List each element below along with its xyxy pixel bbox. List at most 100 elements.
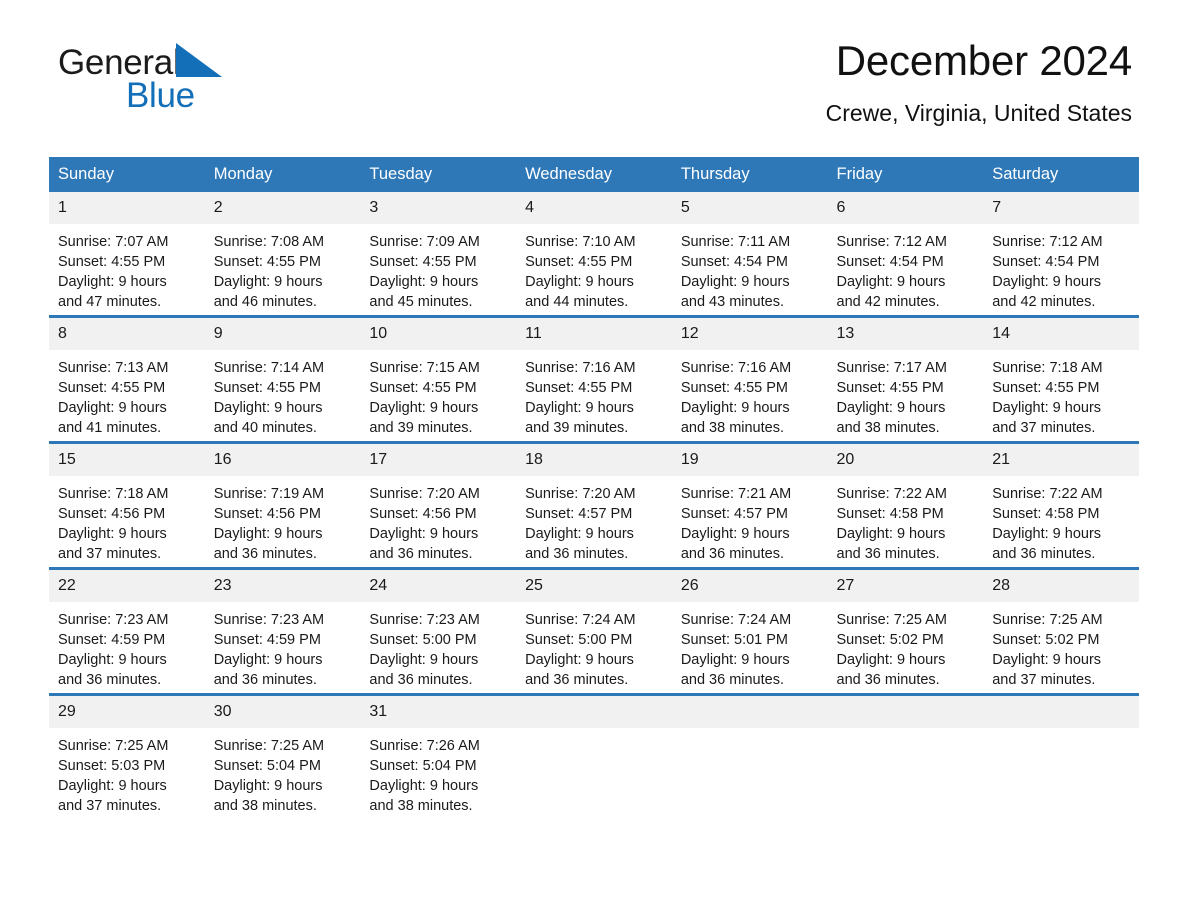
day-details: Sunrise: 7:21 AM Sunset: 4:57 PM Daylight:…: [672, 476, 828, 564]
weekday-header-sunday: Sunday: [49, 157, 205, 192]
calendar-day-cell[interactable]: 20 Sunrise: 7:22 AM Sunset: 4:58 PM Dayligh…: [827, 441, 984, 569]
sunset-text: Sunset: 4:55 PM: [58, 254, 166, 270]
calendar-day-cell[interactable]: 18 Sunrise: 7:20 AM Sunset: 4:57 PM Dayligh…: [516, 441, 672, 569]
sunrise-text: Sunrise: 7:14 AM: [213, 360, 325, 376]
day-number: 25: [516, 570, 672, 602]
page-header: General Blue December 2024 Crewe, Virgin…: [49, 0, 1139, 126]
day-number: 10: [360, 318, 517, 350]
daylight-text-line1: Daylight: 9 hours: [525, 400, 634, 416]
calendar-day-cell[interactable]: 26 Sunrise: 7:24 AM Sunset: 5:01 PM Dayligh…: [671, 567, 828, 695]
sunset-text: Sunset: 5:01 PM: [680, 632, 789, 648]
day-number: 4: [516, 192, 672, 224]
daylight-text-line1: Daylight: 9 hours: [369, 274, 479, 290]
daylight-text-line2: and 36 minutes.: [58, 672, 162, 688]
daylight-text-line2: and 36 minutes.: [525, 672, 629, 688]
day-number: 9: [204, 318, 361, 350]
daylight-text-line1: Daylight: 9 hours: [369, 652, 479, 668]
calendar-day-cell[interactable]: 28 Sunrise: 7:25 AM Sunset: 5:02 PM Dayligh…: [983, 567, 1139, 695]
calendar-day-cell[interactable]: 1 Sunrise: 7:07 AM Sunset: 4:55 PM Daylight…: [49, 192, 205, 317]
calendar-day-cell[interactable]: 16 Sunrise: 7:19 AM Sunset: 4:56 PM Dayligh…: [204, 441, 361, 569]
calendar-day-cell-empty: [516, 693, 672, 819]
calendar-day-cell[interactable]: 22 Sunrise: 7:23 AM Sunset: 4:59 PM Dayligh…: [49, 567, 205, 695]
daylight-text-line2: and 43 minutes.: [680, 294, 784, 310]
day-details: Sunrise: 7:07 AM Sunset: 4:55 PM Daylight:…: [49, 224, 205, 312]
calendar-day-cell[interactable]: 25 Sunrise: 7:24 AM Sunset: 5:00 PM Dayligh…: [516, 567, 672, 695]
day-number: 18: [516, 444, 672, 476]
calendar-day-cell[interactable]: 11 Sunrise: 7:16 AM Sunset: 4:55 PM Dayligh…: [516, 315, 672, 443]
daylight-text-line1: Daylight: 9 hours: [58, 274, 167, 290]
daylight-text-line1: Daylight: 9 hours: [680, 400, 790, 416]
daylight-text-line1: Daylight: 9 hours: [992, 274, 1102, 290]
day-number: 21: [983, 444, 1139, 476]
calendar-day-cell[interactable]: 2 Sunrise: 7:08 AM Sunset: 4:55 PM Daylight…: [204, 192, 361, 317]
day-details: Sunrise: 7:22 AM Sunset: 4:58 PM Daylight:…: [828, 476, 984, 564]
day-number: 3: [360, 192, 517, 224]
daylight-text-line2: and 47 minutes.: [58, 294, 162, 310]
day-details: Sunrise: 7:11 AM Sunset: 4:54 PM Daylight:…: [672, 224, 828, 312]
calendar-day-cell[interactable]: 6 Sunrise: 7:12 AM Sunset: 4:54 PM Daylight…: [827, 192, 984, 317]
daylight-text-line2: and 36 minutes.: [213, 672, 317, 688]
daylight-text-line1: Daylight: 9 hours: [525, 652, 634, 668]
daylight-text-line1: Daylight: 9 hours: [680, 526, 790, 542]
daylight-text-line1: Daylight: 9 hours: [213, 400, 323, 416]
daylight-text-line2: and 36 minutes.: [369, 672, 473, 688]
calendar-day-cell[interactable]: 31 Sunrise: 7:26 AM Sunset: 5:04 PM Dayligh…: [360, 693, 517, 819]
sunrise-text: Sunrise: 7:16 AM: [525, 360, 636, 376]
daylight-text-line2: and 38 minutes.: [213, 798, 317, 814]
sunrise-text: Sunrise: 7:11 AM: [680, 234, 791, 250]
sunset-text: Sunset: 4:58 PM: [992, 506, 1100, 522]
day-number: 13: [827, 318, 984, 350]
sunset-text: Sunset: 4:56 PM: [369, 506, 477, 522]
daylight-text-line2: and 37 minutes.: [58, 798, 162, 814]
day-number: 30: [204, 696, 361, 728]
sunrise-text: Sunrise: 7:24 AM: [525, 612, 636, 628]
daylight-text-line2: and 39 minutes.: [369, 420, 473, 436]
calendar-day-cell[interactable]: 17 Sunrise: 7:20 AM Sunset: 4:56 PM Dayligh…: [360, 441, 517, 569]
calendar-day-cell[interactable]: 21 Sunrise: 7:22 AM Sunset: 4:58 PM Dayligh…: [983, 441, 1139, 569]
calendar-day-cell[interactable]: 24 Sunrise: 7:23 AM Sunset: 5:00 PM Dayligh…: [360, 567, 517, 695]
day-details: Sunrise: 7:23 AM Sunset: 4:59 PM Daylight:…: [49, 602, 205, 690]
sunrise-text: Sunrise: 7:08 AM: [213, 234, 325, 250]
sunrise-text: Sunrise: 7:17 AM: [836, 360, 947, 376]
calendar-day-cell[interactable]: 9 Sunrise: 7:14 AM Sunset: 4:55 PM Daylight…: [204, 315, 361, 443]
day-number: 15: [49, 444, 205, 476]
day-number: 2: [204, 192, 361, 224]
day-details: Sunrise: 7:16 AM Sunset: 4:55 PM Daylight:…: [516, 350, 672, 438]
calendar-day-cell[interactable]: 12 Sunrise: 7:16 AM Sunset: 4:55 PM Dayligh…: [671, 315, 828, 443]
calendar-day-cell[interactable]: 10 Sunrise: 7:15 AM Sunset: 4:55 PM Dayligh…: [360, 315, 517, 443]
calendar-day-cell[interactable]: 5 Sunrise: 7:11 AM Sunset: 4:54 PM Daylight…: [671, 192, 828, 317]
calendar-day-cell[interactable]: 4 Sunrise: 7:10 AM Sunset: 4:55 PM Daylight…: [516, 192, 672, 317]
calendar-day-cell[interactable]: 13 Sunrise: 7:17 AM Sunset: 4:55 PM Dayligh…: [827, 315, 984, 443]
calendar-header-row: Sunday Monday Tuesday Wednesday Thursday…: [49, 157, 1139, 192]
daylight-text-line1: Daylight: 9 hours: [213, 526, 323, 542]
calendar-day-cell[interactable]: 23 Sunrise: 7:23 AM Sunset: 4:59 PM Dayligh…: [204, 567, 361, 695]
daylight-text-line1: Daylight: 9 hours: [369, 526, 479, 542]
sunrise-text: Sunrise: 7:18 AM: [992, 360, 1103, 376]
location-subtitle: Crewe, Virginia, United States: [825, 100, 1132, 126]
calendar-day-cell[interactable]: 8 Sunrise: 7:13 AM Sunset: 4:55 PM Daylight…: [49, 315, 205, 443]
calendar-day-cell[interactable]: 14 Sunrise: 7:18 AM Sunset: 4:55 PM Dayligh…: [983, 315, 1139, 443]
day-number: [983, 696, 1139, 728]
daylight-text-line1: Daylight: 9 hours: [213, 652, 323, 668]
calendar-day-cell[interactable]: 27 Sunrise: 7:25 AM Sunset: 5:02 PM Dayligh…: [827, 567, 984, 695]
daylight-text-line2: and 36 minutes.: [680, 546, 784, 562]
day-number: 16: [204, 444, 361, 476]
calendar-day-cell-empty: [983, 693, 1139, 819]
calendar-day-cell[interactable]: 3 Sunrise: 7:09 AM Sunset: 4:55 PM Daylight…: [360, 192, 517, 317]
daylight-text-line2: and 37 minutes.: [992, 420, 1096, 436]
calendar-day-cell[interactable]: 7 Sunrise: 7:12 AM Sunset: 4:54 PM Daylight…: [983, 192, 1139, 317]
day-details: Sunrise: 7:12 AM Sunset: 4:54 PM Daylight:…: [983, 224, 1139, 312]
day-details: Sunrise: 7:25 AM Sunset: 5:02 PM Daylight:…: [828, 602, 984, 690]
day-details: Sunrise: 7:12 AM Sunset: 4:54 PM Daylight:…: [828, 224, 984, 312]
calendar-day-cell[interactable]: 15 Sunrise: 7:18 AM Sunset: 4:56 PM Dayligh…: [49, 441, 205, 569]
sunset-text: Sunset: 4:55 PM: [58, 380, 166, 396]
calendar-day-cell[interactable]: 29 Sunrise: 7:25 AM Sunset: 5:03 PM Dayligh…: [49, 693, 205, 819]
day-number: 19: [671, 444, 828, 476]
calendar-day-cell[interactable]: 19 Sunrise: 7:21 AM Sunset: 4:57 PM Dayligh…: [671, 441, 828, 569]
day-number: 31: [360, 696, 517, 728]
day-details: Sunrise: 7:26 AM Sunset: 5:04 PM Daylight:…: [360, 728, 516, 816]
brand-name-blue: Blue: [126, 76, 195, 115]
daylight-text-line2: and 42 minutes.: [836, 294, 940, 310]
weekday-header-wednesday: Wednesday: [516, 157, 672, 192]
calendar-day-cell[interactable]: 30 Sunrise: 7:25 AM Sunset: 5:04 PM Dayligh…: [204, 693, 361, 819]
